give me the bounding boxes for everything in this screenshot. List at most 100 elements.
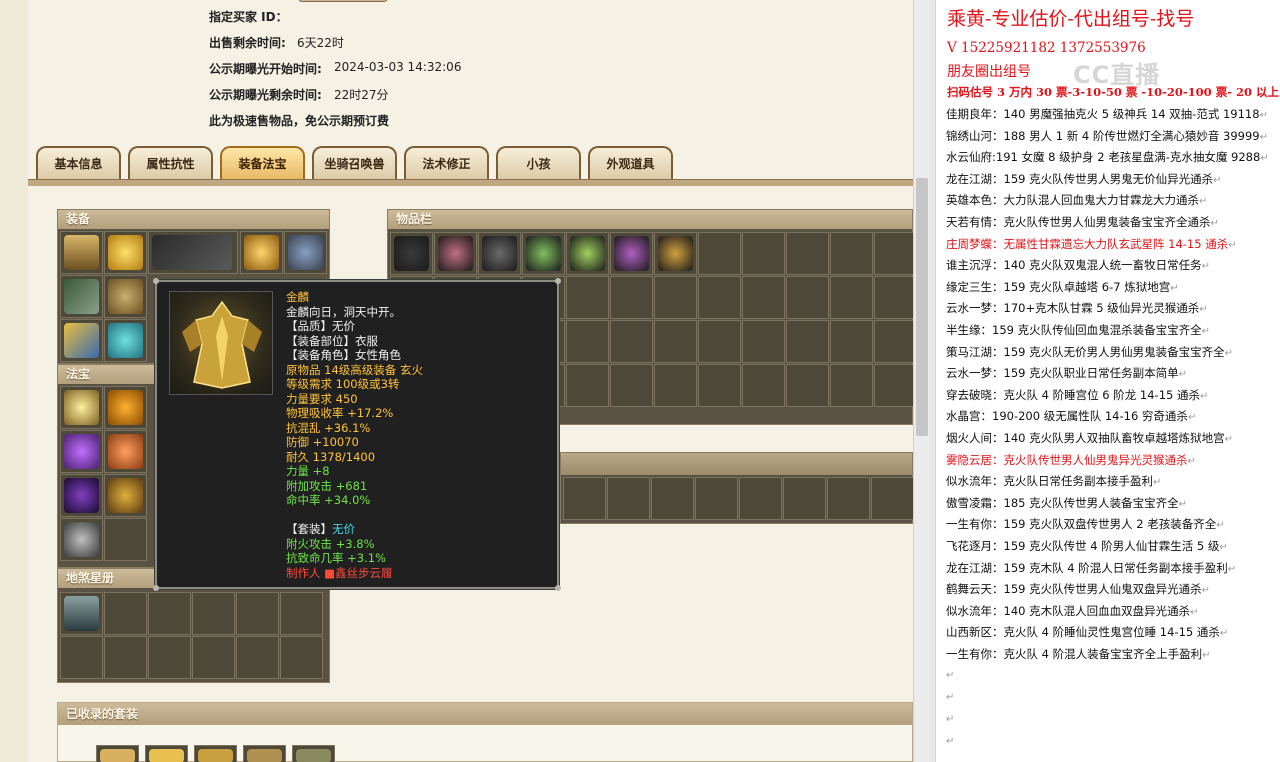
inventory-slot[interactable] xyxy=(478,232,521,275)
inventory-slot[interactable] xyxy=(874,276,913,319)
set-item[interactable] xyxy=(243,745,286,762)
inventory-slot[interactable] xyxy=(874,364,913,407)
inventory-slot[interactable] xyxy=(610,364,653,407)
star-card-slot[interactable] xyxy=(148,636,191,679)
star-card-slot[interactable] xyxy=(236,592,279,635)
set-item[interactable] xyxy=(292,745,335,762)
inventory-slot[interactable] xyxy=(566,276,609,319)
tab-child[interactable]: 小孩 xyxy=(496,146,581,180)
star-card-slot[interactable] xyxy=(104,636,147,679)
fabao-panel: 法宝 xyxy=(57,364,157,568)
inventory-slot[interactable] xyxy=(698,232,741,275)
inventory-slot[interactable] xyxy=(610,276,653,319)
set-item[interactable] xyxy=(145,745,188,762)
inventory-slot[interactable] xyxy=(783,477,826,520)
fabao-slot[interactable] xyxy=(104,386,147,429)
star-card-slot[interactable] xyxy=(60,636,103,679)
inventory-slot[interactable] xyxy=(654,364,697,407)
star-card-slot[interactable] xyxy=(236,636,279,679)
account-line: 似水流年：克火队日常任务副本接手盈利↵ xyxy=(946,474,1162,489)
tab-equipment[interactable]: 装备法宝 xyxy=(220,146,305,180)
fabao-slot[interactable] xyxy=(104,474,147,517)
inventory-slot[interactable] xyxy=(786,276,829,319)
inventory-slot[interactable] xyxy=(651,477,694,520)
equip-slot[interactable] xyxy=(104,275,147,318)
set-item[interactable] xyxy=(96,745,139,762)
inventory-slot[interactable] xyxy=(566,320,609,363)
equipment-header: 装备 xyxy=(58,210,329,229)
equip-slot[interactable] xyxy=(284,231,327,274)
star-card-slot[interactable] xyxy=(104,592,147,635)
inventory-slot[interactable] xyxy=(434,232,477,275)
inventory-slot[interactable] xyxy=(742,320,785,363)
inventory-slot[interactable] xyxy=(786,364,829,407)
inventory-slot[interactable] xyxy=(742,276,785,319)
fabao-slot[interactable] xyxy=(60,518,103,561)
star-card-slot[interactable] xyxy=(280,592,323,635)
inventory-slot[interactable] xyxy=(874,320,913,363)
inventory-slot[interactable] xyxy=(654,232,697,275)
fabao-slot[interactable] xyxy=(60,474,103,517)
inventory-slot[interactable] xyxy=(742,232,785,275)
inventory-slot[interactable] xyxy=(522,232,565,275)
inventory-slot[interactable] xyxy=(830,232,873,275)
inventory-slot[interactable] xyxy=(739,477,782,520)
inventory-slot[interactable] xyxy=(610,232,653,275)
inventory-slot[interactable] xyxy=(698,320,741,363)
fabao-slot[interactable] xyxy=(104,430,147,473)
fabao-slot[interactable] xyxy=(60,386,103,429)
tab-spells[interactable]: 法术修正 xyxy=(404,146,489,180)
set-item[interactable] xyxy=(194,745,237,762)
inventory-slot[interactable] xyxy=(786,232,829,275)
star-card-slot[interactable] xyxy=(280,636,323,679)
equip-slot[interactable] xyxy=(60,231,103,274)
inventory-slot[interactable] xyxy=(698,276,741,319)
inventory-slot[interactable] xyxy=(827,477,870,520)
tab-appearance[interactable]: 外观道具 xyxy=(588,146,673,180)
star-card-slot[interactable] xyxy=(60,592,103,635)
inventory-slot[interactable] xyxy=(566,232,609,275)
scrollbar[interactable] xyxy=(913,0,930,762)
equip-slot[interactable] xyxy=(60,319,103,362)
star-card-slot[interactable] xyxy=(192,592,235,635)
inventory-slot[interactable] xyxy=(607,477,650,520)
inventory-slot[interactable] xyxy=(874,232,913,275)
inventory-slot[interactable] xyxy=(871,477,913,520)
account-line: 穿去破晓：克火队 4 阶睡宫位 6 阶龙 14-15 通杀↵ xyxy=(946,387,1209,402)
top-button[interactable] xyxy=(298,0,388,2)
inventory-slot[interactable] xyxy=(654,320,697,363)
inventory-slot[interactable] xyxy=(698,364,741,407)
fabao-slot[interactable] xyxy=(104,518,147,561)
inventory-slot[interactable] xyxy=(695,477,738,520)
scrollbar-thumb[interactable] xyxy=(916,178,928,436)
inventory-slot[interactable] xyxy=(654,276,697,319)
inventory-slot[interactable] xyxy=(830,276,873,319)
inventory-slot[interactable] xyxy=(830,320,873,363)
equip-slot[interactable] xyxy=(104,231,147,274)
inventory-slot[interactable] xyxy=(566,364,609,407)
account-line: 雾隐云居：克火队传世男人仙男鬼异光灵猴通杀↵ xyxy=(946,452,1196,467)
collected-sets-panel: 已收录的套装 xyxy=(57,702,913,762)
inventory-slot[interactable] xyxy=(390,232,433,275)
account-line: 云水一梦：159 克火队职业日常任务副本简单↵ xyxy=(946,366,1187,381)
tab-mounts[interactable]: 坐骑召唤兽 xyxy=(312,146,397,180)
equip-slot[interactable] xyxy=(148,231,238,274)
remaining-time-label: 出售剩余时间: xyxy=(209,36,286,50)
inventory-slot[interactable] xyxy=(742,364,785,407)
tab-attributes[interactable]: 属性抗性 xyxy=(128,146,213,180)
fabao-header: 法宝 xyxy=(58,365,156,384)
inventory-slot[interactable] xyxy=(830,364,873,407)
inventory-slot[interactable] xyxy=(563,477,606,520)
star-card-slot[interactable] xyxy=(148,592,191,635)
equip-slot[interactable] xyxy=(60,275,103,318)
fabao-slot[interactable] xyxy=(60,430,103,473)
buyer-id-label: 指定买家 ID： xyxy=(209,10,288,24)
equip-slot[interactable] xyxy=(240,231,283,274)
equip-slot[interactable] xyxy=(104,319,147,362)
tab-basic-info[interactable]: 基本信息 xyxy=(36,146,121,180)
star-card-slot[interactable] xyxy=(192,636,235,679)
inventory-slot[interactable] xyxy=(610,320,653,363)
account-line-text: 云水一梦：159 克火队职业日常任务副本简单 xyxy=(946,366,1179,381)
public-remaining-label: 公示期曝光剩余时间: xyxy=(209,88,322,102)
inventory-slot[interactable] xyxy=(786,320,829,363)
